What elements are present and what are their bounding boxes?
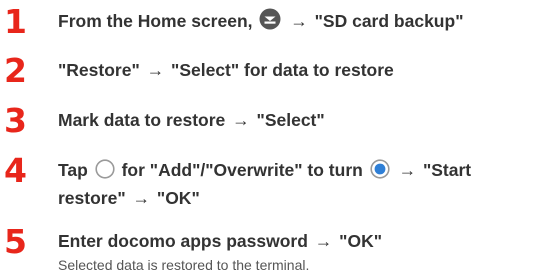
step-1: 1 From the Home screen, → "SD card backu… <box>0 0 552 44</box>
step-number: 3 <box>4 101 27 140</box>
step-text-part: "Restore" <box>58 60 140 80</box>
step-4: 4 Tap for "Add"/"Overwrite" to turn → "S… <box>0 154 552 218</box>
step-2: 2 "Restore" → "Select" for data to resto… <box>0 54 552 94</box>
arrow-icon: → <box>290 11 308 31</box>
radio-off-icon <box>95 159 115 187</box>
step-text-part: Mark data to restore <box>58 110 226 130</box>
step-text: Enter docomo apps password → "OK" <box>58 227 548 255</box>
step-text-part: From the Home screen, <box>58 11 253 31</box>
step-3: 3 Mark data to restore → "Select" <box>0 104 552 144</box>
step-number: 1 <box>4 2 27 41</box>
step-text: From the Home screen, → "SD card backup" <box>58 7 548 38</box>
step-text: Mark data to restore → "Select" <box>58 106 548 134</box>
step-text-part: Enter docomo apps password <box>58 231 308 251</box>
arrow-icon: → <box>146 60 165 80</box>
step-number: 5 <box>4 222 27 261</box>
step-number: 2 <box>4 51 27 90</box>
step-text-part: "OK" <box>339 231 383 251</box>
step-text: "Restore" → "Select" for data to restore <box>58 56 548 84</box>
step-text-part: for "Add"/"Overwrite" to turn <box>121 160 363 180</box>
arrow-icon: → <box>314 231 333 251</box>
step-text-part: "Start <box>422 160 472 180</box>
step-5: 5 Enter docomo apps password → "OK" Sele… <box>0 225 552 277</box>
step-number: 4 <box>4 151 27 190</box>
radio-on-icon <box>370 159 390 187</box>
step-text: Tap for "Add"/"Overwrite" to turn → "Sta… <box>58 156 548 187</box>
arrow-icon: → <box>232 110 250 130</box>
step-note: Selected data is restored to the termina… <box>58 257 310 273</box>
apps-menu-icon <box>259 8 281 38</box>
arrow-icon: → <box>398 160 417 180</box>
step-text-line-2: restore" → "OK" <box>58 184 548 212</box>
arrow-icon: → <box>132 188 151 208</box>
step-text-part: "SD card backup" <box>314 11 464 31</box>
step-text-part: "Select" for data to restore <box>171 60 394 80</box>
step-text-part: restore" <box>58 188 126 208</box>
step-text-part: Tap <box>58 160 88 180</box>
step-text-part: "OK" <box>156 188 200 208</box>
step-text-part: "Select" <box>256 110 325 130</box>
